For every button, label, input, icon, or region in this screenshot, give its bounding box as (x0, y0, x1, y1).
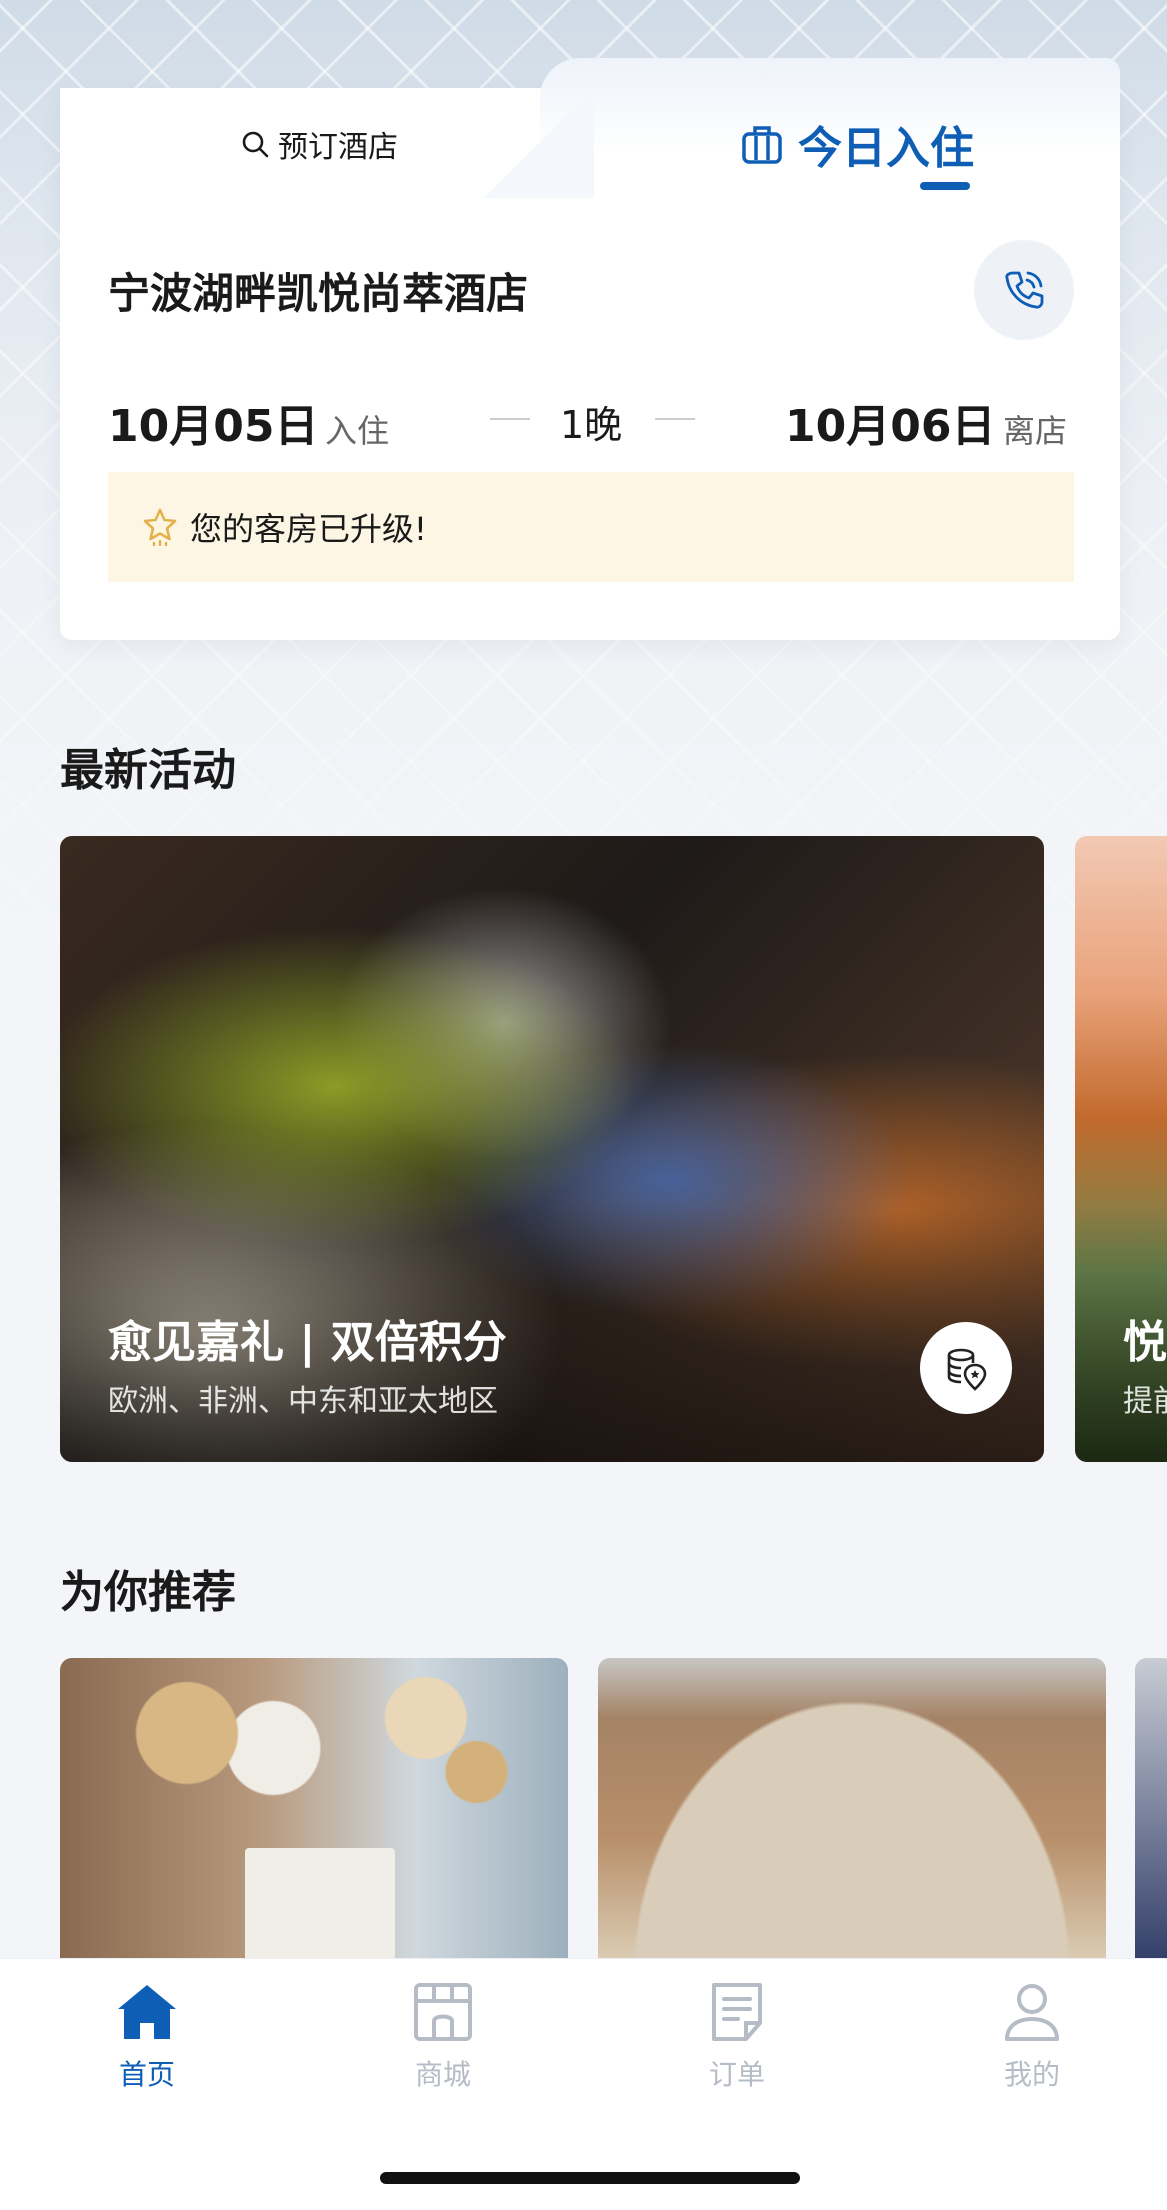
tab-orders-label: 订单 (708, 2058, 765, 2091)
tab-profile-label: 我的 (1003, 2058, 1060, 2091)
home-icon (118, 1985, 176, 2039)
call-hotel-button[interactable] (974, 240, 1074, 340)
recommend-title: 为你推荐 (60, 1567, 236, 1618)
search-icon (242, 131, 269, 158)
checkin-label: 入住 (325, 412, 390, 450)
tab-today-label: 今日入住 (798, 123, 974, 174)
promo-subtitle: 欧洲、非洲、中东和亚太地区 (108, 1384, 498, 1419)
promo-next-title: 悦 (1123, 1317, 1167, 1368)
order-icon (712, 1983, 762, 2041)
hotel-name[interactable]: 宁波湖畔凯悦尚萃酒店 (108, 260, 528, 321)
tab-book-label: 预订酒店 (278, 130, 398, 165)
tab-home-label: 首页 (118, 2058, 175, 2091)
profile-icon (1005, 1984, 1059, 2041)
promo-card-next[interactable]: 悦 提前 (1075, 836, 1167, 1462)
star-icon (143, 508, 177, 546)
checkin-date: 10月05日 (108, 401, 319, 452)
nights-count: 1晚 (560, 403, 623, 447)
tab-store[interactable]: 商城 (383, 1979, 503, 2093)
checkout-label: 离店 (1003, 412, 1068, 450)
tab-active-indicator (920, 182, 970, 190)
booking-card: 预订酒店 今日入住 宁波湖畔凯悦尚萃酒店 10月05日 入住 1晚 10月06日… (60, 58, 1120, 640)
tab-orders[interactable]: 订单 (677, 1979, 797, 2093)
points-badge-icon (947, 1348, 987, 1391)
gift-box-image (245, 1848, 395, 1958)
points-badge (920, 1322, 1012, 1414)
checkout-date: 10月06日 (785, 401, 996, 452)
tab-today-checkin[interactable]: 今日入住 (740, 112, 974, 176)
promo-next-subtitle: 提前 (1123, 1384, 1167, 1419)
upgrade-notice[interactable]: 您的客房已升级! (108, 472, 1074, 582)
recommend-card-dining[interactable] (598, 1658, 1106, 1958)
divider-left (490, 418, 530, 420)
tab-book-hotel[interactable]: 预订酒店 (240, 122, 398, 166)
tab-home[interactable]: 首页 (87, 1979, 207, 2093)
recommend-card-celebration[interactable] (60, 1658, 568, 1958)
luggage-icon (742, 126, 782, 164)
promo-card[interactable]: 愈见嘉礼 | 双倍积分 欧洲、非洲、中东和亚太地区 (60, 836, 1044, 1462)
recommend-card-next[interactable] (1135, 1658, 1167, 1958)
divider-right (655, 418, 695, 420)
tab-store-label: 商城 (414, 2058, 471, 2091)
home-indicator (380, 2172, 800, 2184)
phone-icon (1005, 271, 1044, 309)
upgrade-text: 您的客房已升级! (190, 510, 427, 548)
promo-title: 愈见嘉礼 | 双倍积分 (108, 1317, 507, 1368)
store-icon (414, 1983, 472, 2041)
latest-activities-title: 最新活动 (60, 745, 236, 796)
tab-profile[interactable]: 我的 (972, 1979, 1092, 2093)
